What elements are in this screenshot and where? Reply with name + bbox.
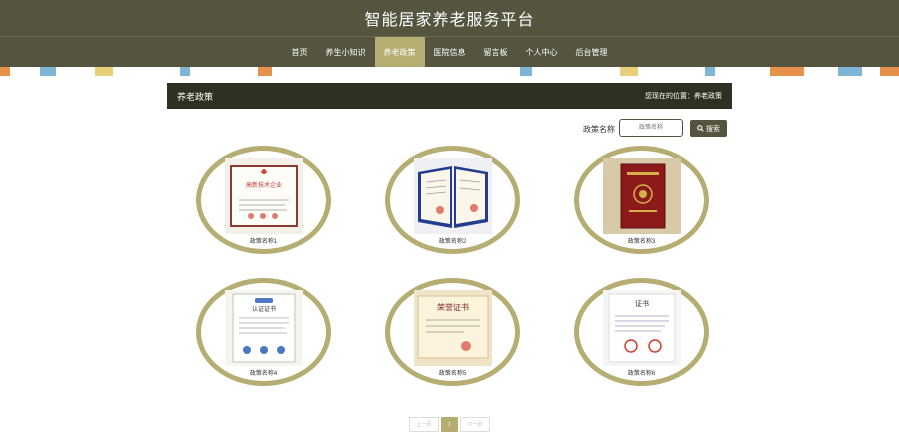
prev-page-button[interactable]: 上一页 <box>409 417 439 432</box>
policy-name[interactable]: 政策名称3 <box>628 236 655 245</box>
certificate-title: 荣誉证书 <box>437 302 469 312</box>
nav-item-hospital-info[interactable]: 医院信息 <box>425 37 475 67</box>
search-input[interactable] <box>619 119 683 137</box>
policy-card[interactable]: 政策名称2 <box>385 146 520 254</box>
nav-item-personal-center[interactable]: 个人中心 <box>517 37 567 67</box>
policy-card[interactable]: 认证证书 政策名称4 <box>196 278 331 386</box>
search-label: 政策名称 <box>583 125 615 134</box>
policy-card[interactable]: 荣誉证书 政策名称5 <box>385 278 520 386</box>
nav-item-message-board[interactable]: 留言板 <box>475 37 517 67</box>
pagination: 上一页 1 下一页 <box>409 417 490 432</box>
policy-card[interactable]: 高新技术企业 政策名称1 <box>196 146 331 254</box>
honor-certificate-image: 荣誉证书 <box>413 290 492 366</box>
page-header-bar: 养老政策 您现在的位置：养老政策 <box>167 83 732 109</box>
nav-item-policy[interactable]: 养老政策 <box>374 37 425 67</box>
certificate-title: 高新技术企业 <box>245 181 281 189</box>
policy-name[interactable]: 政策名称1 <box>250 236 277 245</box>
nav-item-home[interactable]: 首页 <box>283 37 317 67</box>
red-certificate-book-image <box>602 158 681 234</box>
policy-name[interactable]: 政策名称4 <box>250 368 277 377</box>
banner-strip <box>0 67 899 76</box>
policy-image[interactable] <box>413 158 492 234</box>
policy-name[interactable]: 政策名称5 <box>439 368 466 377</box>
certificate-image: 证书 <box>602 290 681 366</box>
nav-item-admin[interactable]: 后台管理 <box>567 37 617 67</box>
certificate-folder-image <box>413 158 492 234</box>
search-button-label: 搜索 <box>706 125 720 133</box>
next-page-button[interactable]: 下一页 <box>460 417 490 432</box>
policy-card[interactable]: 政策名称3 <box>574 146 709 254</box>
site-header: 智能居家养老服务平台 <box>0 0 899 36</box>
policy-image[interactable]: 证书 <box>602 290 681 366</box>
search-button[interactable]: 搜索 <box>690 120 727 137</box>
policy-name[interactable]: 政策名称6 <box>628 368 655 377</box>
policy-image[interactable]: 荣誉证书 <box>413 290 492 366</box>
certificate-image: 高新技术企业 <box>224 158 303 234</box>
nav-item-health-tips[interactable]: 养生小知识 <box>317 37 375 67</box>
policy-image[interactable]: 高新技术企业 <box>224 158 303 234</box>
main-nav: 首页 养生小知识 养老政策 医院信息 留言板 个人中心 后台管理 <box>0 36 899 67</box>
certification-image: 认证证书 <box>224 290 303 366</box>
breadcrumb: 您现在的位置：养老政策 <box>645 93 722 100</box>
page-title: 养老政策 <box>177 91 214 102</box>
policy-image[interactable] <box>602 158 681 234</box>
policy-card[interactable]: 证书 政策名称6 <box>574 278 709 386</box>
search-icon <box>697 125 704 132</box>
certificate-title: 认证证书 <box>251 305 275 313</box>
policy-image[interactable]: 认证证书 <box>224 290 303 366</box>
site-title: 智能居家养老服务平台 <box>364 12 535 29</box>
page-number-button[interactable]: 1 <box>441 417 458 432</box>
policy-name[interactable]: 政策名称2 <box>439 236 466 245</box>
certificate-title: 证书 <box>635 299 649 308</box>
